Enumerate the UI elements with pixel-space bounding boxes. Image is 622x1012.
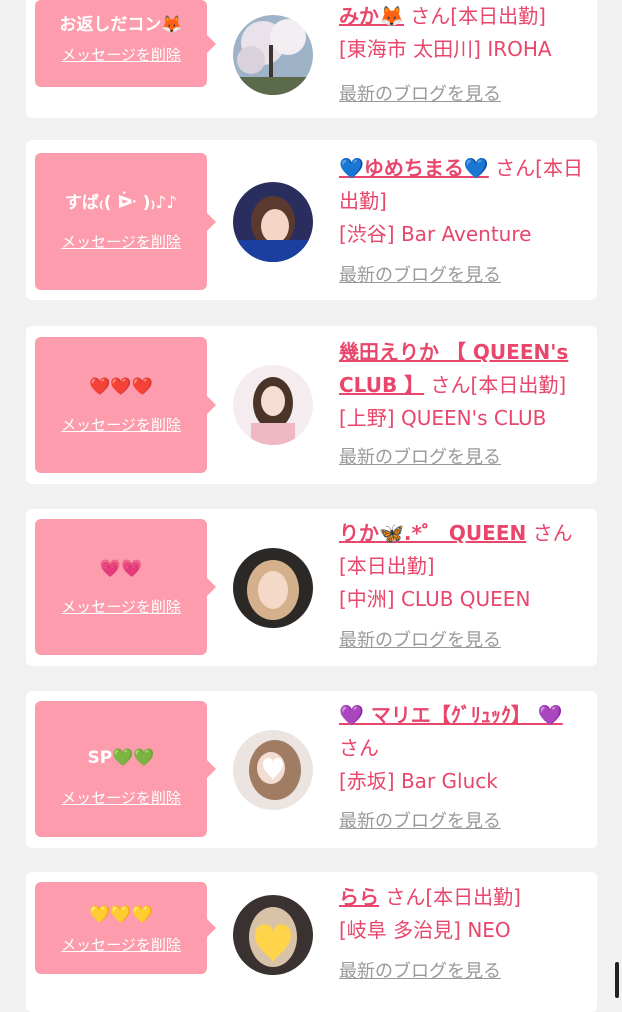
cast-status: さん[本日出勤] — [379, 885, 521, 909]
message-card: すば₍( ᐕ )₎♪♪ メッセージを削除 💙ゆめちまる💙 さん[本日出勤] [渋… — [26, 140, 597, 300]
message-text: 💛💛💛 — [89, 905, 153, 925]
message-text: 💗💗 — [99, 559, 143, 579]
message-text: お返しだコン🦊 — [59, 15, 183, 35]
latest-blog-link[interactable]: 最新のブログを見る — [339, 810, 501, 834]
shop-info: [岐阜 多治見] NEO — [339, 918, 511, 942]
delete-message-link[interactable]: メッセージを削除 — [35, 788, 207, 808]
shop-info: [中洲] CLUB QUEEN — [339, 587, 531, 611]
shop-info: [渋谷] Bar Aventure — [339, 222, 532, 246]
message-bubble: SP💚💚 メッセージを削除 — [35, 701, 216, 837]
avatar[interactable] — [233, 895, 313, 975]
avatar[interactable] — [233, 182, 313, 262]
avatar[interactable] — [233, 548, 313, 628]
delete-message-link[interactable]: メッセージを削除 — [35, 45, 207, 65]
shop-info: [赤坂] Bar Gluck — [339, 769, 498, 793]
cast-name-link[interactable]: らら — [339, 885, 379, 909]
message-card: お返しだコン🦊 メッセージを削除 みか🦊 さん[本日出勤] [東海市 太田川] … — [26, 0, 597, 118]
shop-info: [上野] QUEEN's CLUB — [339, 406, 547, 430]
delete-message-link[interactable]: メッセージを削除 — [35, 232, 207, 252]
delete-message-link[interactable]: メッセージを削除 — [35, 597, 207, 617]
avatar[interactable] — [233, 15, 313, 95]
message-bubble: 💗💗 メッセージを削除 — [35, 519, 216, 655]
message-text: すば₍( ᐕ )₎♪♪ — [64, 193, 178, 213]
scrollbar[interactable] — [615, 962, 619, 998]
message-bubble: お返しだコン🦊 メッセージを削除 — [35, 0, 216, 87]
latest-blog-link[interactable]: 最新のブログを見る — [339, 960, 501, 984]
cast-info: 幾田えりか 【 QUEEN's CLUB 】 さん[本日出勤] [上野] QUE… — [339, 336, 587, 435]
latest-blog-link[interactable]: 最新のブログを見る — [339, 629, 501, 653]
delete-message-link[interactable]: メッセージを削除 — [35, 935, 207, 955]
cast-status: さん[本日出勤] — [403, 4, 546, 28]
cast-name-link[interactable]: 💙ゆめちまる💙 — [339, 156, 489, 180]
cast-name-link[interactable]: 💜 マリエ【ｸﾞﾘｭｯｸ】 💜 — [339, 703, 563, 727]
cast-name-link[interactable]: みか🦊 — [339, 4, 404, 28]
message-bubble: ❤️❤️❤️ メッセージを削除 — [35, 337, 216, 473]
cast-status: さん — [339, 736, 379, 760]
cast-status: さん[本日出勤] — [424, 373, 567, 397]
cast-info: 💙ゆめちまる💙 さん[本日出勤] [渋谷] Bar Aventure — [339, 152, 587, 251]
latest-blog-link[interactable]: 最新のブログを見る — [339, 446, 501, 470]
message-bubble: すば₍( ᐕ )₎♪♪ メッセージを削除 — [35, 153, 216, 290]
avatar[interactable] — [233, 365, 313, 445]
latest-blog-link[interactable]: 最新のブログを見る — [339, 264, 501, 288]
cast-info: らら さん[本日出勤] [岐阜 多治見] NEO — [339, 881, 587, 947]
avatar[interactable] — [233, 730, 313, 810]
message-card: 💗💗 メッセージを削除 りか🦋.*゜ QUEEN さん[本日出勤] [中洲] C… — [26, 509, 597, 666]
message-bubble: 💛💛💛 メッセージを削除 — [35, 882, 216, 974]
cast-info: 💜 マリエ【ｸﾞﾘｭｯｸ】 💜 さん [赤坂] Bar Gluck — [339, 699, 587, 798]
message-card: 💛💛💛 メッセージを削除 らら さん[本日出勤] [岐阜 多治見] NEO 最新… — [26, 872, 597, 1012]
delete-message-link[interactable]: メッセージを削除 — [35, 415, 207, 435]
cast-info: りか🦋.*゜ QUEEN さん[本日出勤] [中洲] CLUB QUEEN — [339, 517, 587, 616]
message-card: SP💚💚 メッセージを削除 💜 マリエ【ｸﾞﾘｭｯｸ】 💜 さん [赤坂] Ba… — [26, 691, 597, 848]
message-card: ❤️❤️❤️ メッセージを削除 幾田えりか 【 QUEEN's CLUB 】 さ… — [26, 326, 597, 484]
shop-info: [東海市 太田川] IROHA — [339, 37, 552, 61]
cast-name-link[interactable]: りか🦋.*゜ QUEEN — [339, 521, 526, 545]
latest-blog-link[interactable]: 最新のブログを見る — [339, 83, 501, 107]
cast-info: みか🦊 さん[本日出勤] [東海市 太田川] IROHA — [339, 0, 587, 66]
message-text: ❤️❤️❤️ — [89, 377, 153, 397]
message-text: SP💚💚 — [87, 748, 155, 768]
